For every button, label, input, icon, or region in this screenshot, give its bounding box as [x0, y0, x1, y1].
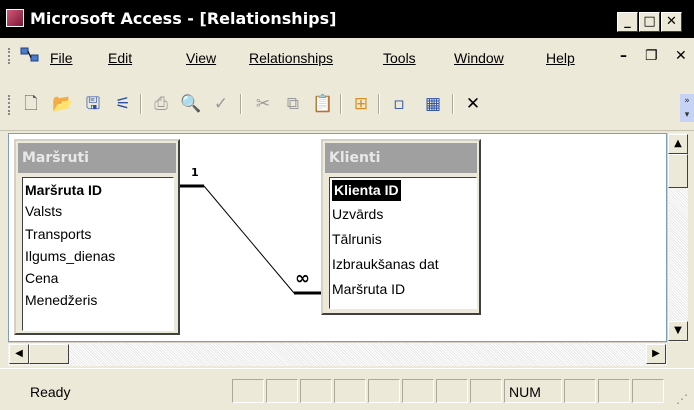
- scroll-left-button[interactable]: ◀: [9, 344, 29, 364]
- status-text: Ready: [30, 384, 71, 400]
- field-item[interactable]: Maršruta ID: [332, 279, 405, 300]
- status-indicator-cell: [632, 379, 664, 403]
- status-indicator-cell: [300, 379, 332, 403]
- field-list[interactable]: Klienta ID Uzvārds Tālrunis Izbraukšanas…: [329, 177, 477, 309]
- resize-grip-icon[interactable]: ⋰: [676, 392, 688, 406]
- status-indicator-cell: [232, 379, 264, 403]
- scrollbar-corner: [667, 342, 688, 365]
- field-item[interactable]: Klienta ID: [332, 180, 401, 201]
- vertical-scroll-thumb[interactable]: [668, 154, 688, 188]
- scroll-right-button[interactable]: ▶: [646, 344, 666, 364]
- relationship-one-label: 1: [191, 166, 199, 179]
- status-indicator-cell: [368, 379, 400, 403]
- field-list[interactable]: Maršruta ID Valsts Transports Ilgums_die…: [22, 177, 174, 331]
- status-indicator-cell: [470, 379, 502, 403]
- field-item[interactable]: Tālrunis: [332, 229, 382, 250]
- table-window-marsruti[interactable]: Maršruti Maršruta ID Valsts Transports I…: [14, 139, 180, 335]
- field-item[interactable]: Transports: [25, 224, 91, 245]
- table-title[interactable]: Klienti: [325, 143, 477, 173]
- status-indicator-cell: [564, 379, 596, 403]
- field-item[interactable]: Izbraukšanas dat: [332, 254, 439, 275]
- table-title[interactable]: Maršruti: [18, 143, 176, 173]
- status-indicator-cell: [436, 379, 468, 403]
- status-indicator-cell: [266, 379, 298, 403]
- field-item[interactable]: Menedžeris: [25, 290, 97, 311]
- status-indicator-cell: [402, 379, 434, 403]
- scroll-down-button[interactable]: ▼: [668, 321, 688, 341]
- status-indicator-cell: [598, 379, 630, 403]
- status-indicator-cell: [334, 379, 366, 403]
- scroll-up-button[interactable]: ▲: [668, 134, 688, 154]
- status-num-indicator: NUM: [509, 384, 541, 400]
- field-item[interactable]: Cena: [25, 268, 58, 289]
- horizontal-scrollbar[interactable]: [8, 342, 667, 366]
- field-item[interactable]: Valsts: [25, 201, 62, 222]
- table-window-klienti[interactable]: Klienti Klienta ID Uzvārds Tālrunis Izbr…: [321, 139, 481, 315]
- field-item[interactable]: Ilgums_dienas: [25, 246, 115, 267]
- field-item[interactable]: Maršruta ID: [25, 180, 102, 201]
- field-item[interactable]: Uzvārds: [332, 204, 383, 225]
- horizontal-scroll-thumb[interactable]: [29, 344, 69, 364]
- relationship-many-label: ∞: [295, 268, 310, 289]
